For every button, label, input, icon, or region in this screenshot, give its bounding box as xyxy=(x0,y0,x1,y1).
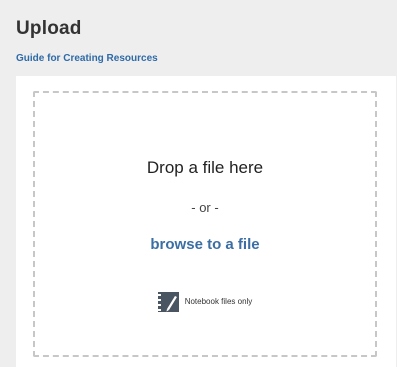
file-type-hint: Notebook files only xyxy=(35,292,375,312)
drop-title: Drop a file here xyxy=(146,158,264,177)
notebook-icon xyxy=(157,292,179,312)
header: Upload xyxy=(16,18,82,40)
browse-file-link[interactable]: browse to a file xyxy=(35,236,375,254)
or-separator: - or - xyxy=(191,200,219,215)
file-dropzone[interactable]: Drop a file here - or - browse to a file… xyxy=(33,91,377,357)
notebook-hint-text: Notebook files only xyxy=(184,297,253,306)
guide-link[interactable]: Guide for Creating Resources xyxy=(16,53,158,65)
upload-card: Drop a file here - or - browse to a file… xyxy=(16,76,396,367)
page-title: Upload xyxy=(16,18,82,39)
